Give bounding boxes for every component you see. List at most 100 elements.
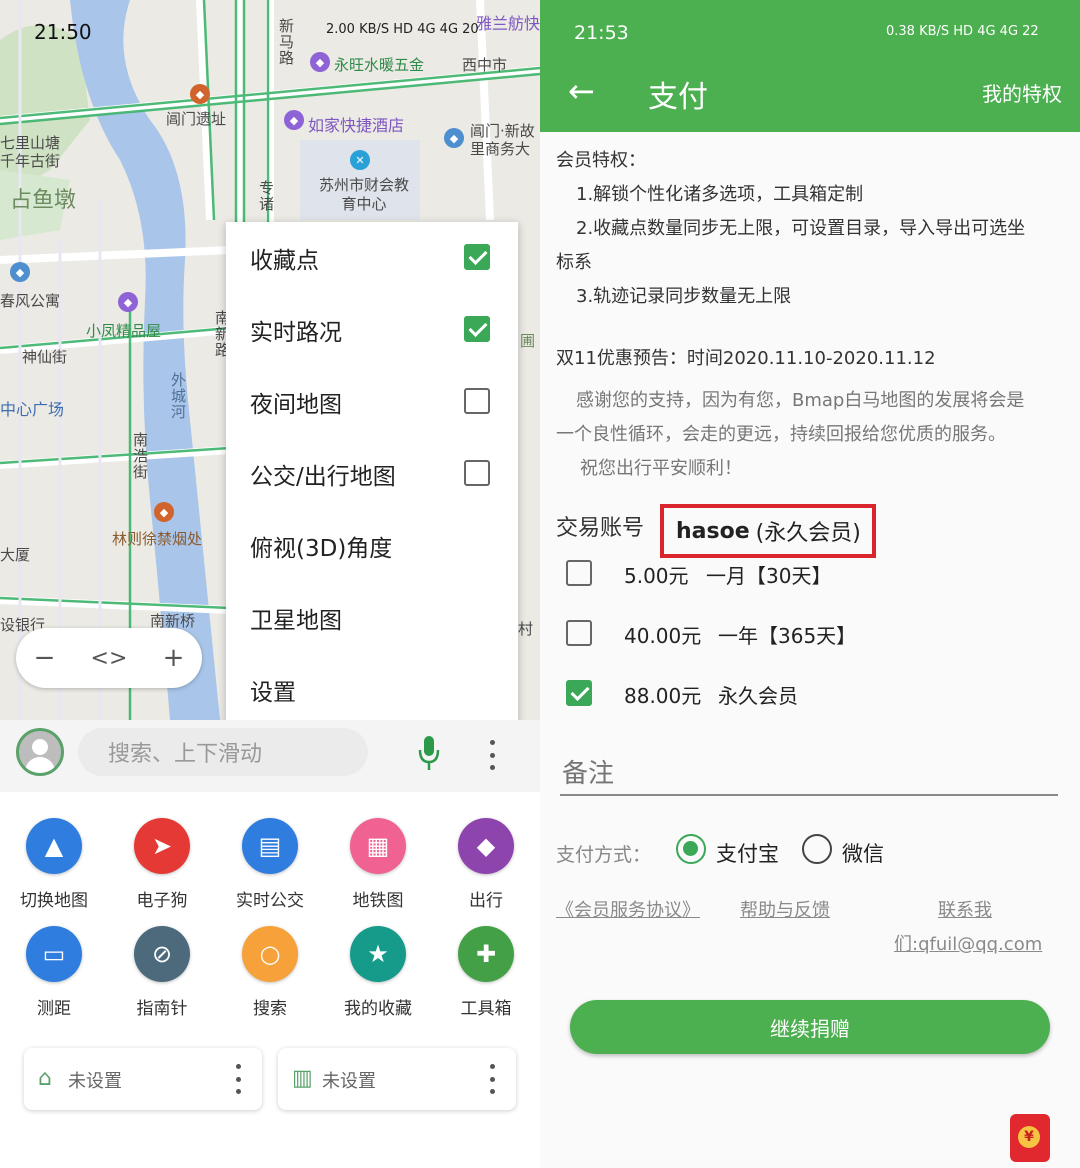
my-privileges-button[interactable]: 我的特权 [982, 78, 1062, 107]
traffic-checkbox[interactable] [464, 316, 490, 342]
tools-panel: ▲ 切换地图 ➤ 电子狗 ▤ 实时公交 ▦ 地铁图 ◆ 出行 ▭ 测距 ⊘ 指南… [0, 792, 540, 1168]
menu-item-transit-map[interactable]: 公交/出行地图 [250, 438, 500, 510]
menu-item-label: 设置 [250, 680, 296, 706]
poi-marker-icon[interactable]: ◆ [154, 502, 174, 522]
privilege-item: 2.收藏点数量同步无上限，可设置目录，导入导出可选坐 [576, 218, 1026, 239]
payment-screen: 21:53 0.38 KB/S HD 4G 4G 22 ← 支付 我的特权 会员… [540, 0, 1080, 1168]
avatar[interactable] [16, 728, 64, 776]
help-feedback-link[interactable]: 帮助与反馈 [740, 896, 830, 922]
map-label: 专诸 [257, 180, 275, 212]
zoom-in-button[interactable]: + [163, 643, 185, 673]
tool-my-favorites[interactable]: ★ 我的收藏 [324, 926, 432, 1019]
menu-item-label: 俯视(3D)角度 [250, 536, 393, 562]
continue-donate-button[interactable]: 继续捐赠 [570, 1000, 1050, 1054]
alipay-label[interactable]: 支付宝 [716, 838, 779, 868]
microphone-icon[interactable] [418, 736, 440, 772]
plan-option-month[interactable]: 5.00元 一月【30天】 [566, 556, 1046, 596]
red-envelope-icon[interactable] [1010, 1114, 1050, 1162]
more-menu-icon[interactable] [488, 1064, 496, 1094]
plan-desc: 一月【30天】 [706, 564, 832, 588]
tool-compass[interactable]: ⊘ 指南针 [108, 926, 216, 1019]
tool-switch-map[interactable]: ▲ 切换地图 [0, 818, 108, 911]
search-bar: 搜索、上下滑动 [0, 720, 540, 792]
wechat-radio[interactable] [802, 834, 832, 864]
poi-marker-icon[interactable]: ◆ [10, 262, 30, 282]
zoom-out-button[interactable]: − [34, 643, 56, 673]
directions-icon: ◆ [458, 818, 514, 874]
tool-subway-map[interactable]: ▦ 地铁图 [324, 818, 432, 911]
transit-map-checkbox[interactable] [464, 460, 490, 486]
menu-item-label: 收藏点 [250, 248, 319, 274]
more-menu-icon[interactable] [234, 1064, 242, 1094]
bus-icon: ▤ [242, 818, 298, 874]
account-label: 交易账号 [556, 516, 645, 541]
tool-realtime-bus[interactable]: ▤ 实时公交 [216, 818, 324, 911]
menu-item-3d-view[interactable]: 俯视(3D)角度 [250, 510, 500, 582]
layers-icon: ▲ [26, 818, 82, 874]
plan-price: 88.00元 [624, 684, 702, 708]
plan-option-year[interactable]: 40.00元 一年【365天】 [566, 616, 1046, 656]
more-menu-icon[interactable] [488, 740, 496, 770]
poi-marker-icon[interactable]: ◆ [444, 128, 464, 148]
agreement-link[interactable]: 《会员服务协议》 [556, 896, 700, 922]
tool-label: 搜索 [253, 999, 287, 1019]
tool-search[interactable]: ○ 搜索 [216, 926, 324, 1019]
poi-marker-icon[interactable]: ◆ [284, 110, 304, 130]
account-highlight: hasoe (永久会员) [660, 504, 876, 558]
contact-link[interactable]: 联系我 [938, 896, 992, 922]
promo-notice: 双11优惠预告：时间2020.11.10-2020.11.12 [556, 348, 936, 369]
tool-label: 实时公交 [236, 891, 304, 911]
menu-item-settings[interactable]: 设置 [250, 654, 500, 726]
contact-email-link[interactable]: 们:qfuil@qq.com [894, 930, 1042, 956]
tool-label: 工具箱 [460, 999, 512, 1019]
menu-item-night-map[interactable]: 夜间地图 [250, 366, 500, 438]
alipay-radio[interactable] [676, 834, 706, 864]
map-label: 大厦 [0, 546, 31, 564]
tool-toolbox[interactable]: ✚ 工具箱 [432, 926, 540, 1019]
tool-label: 地铁图 [352, 891, 404, 911]
app-bar: 21:53 0.38 KB/S HD 4G 4G 22 ← 支付 我的特权 [540, 0, 1080, 132]
night-map-checkbox[interactable] [464, 388, 490, 414]
poi-marker-icon[interactable]: ◆ [118, 292, 138, 312]
plan-option-lifetime[interactable]: 88.00元 永久会员 [566, 676, 1046, 716]
plan-checkbox[interactable] [566, 560, 592, 586]
poi-marker-icon[interactable]: ◆ [190, 84, 210, 104]
poi-marker-icon[interactable]: ✕ [350, 150, 370, 170]
favorites-checkbox[interactable] [464, 244, 490, 270]
tool-label: 出行 [469, 891, 503, 911]
menu-item-satellite[interactable]: 卫星地图 [250, 582, 500, 654]
home-shortcut-card[interactable]: ⌂ 未设置 [24, 1048, 262, 1110]
map-label: 圃 [520, 332, 536, 350]
compass-icon: ⊘ [134, 926, 190, 982]
wechat-label[interactable]: 微信 [842, 838, 884, 868]
plan-price: 5.00元 [624, 564, 689, 588]
menu-item-favorites[interactable]: 收藏点 [250, 222, 500, 294]
map-label: 苏州市财会教育中心 [318, 176, 409, 213]
back-arrow-icon[interactable]: ← [568, 72, 595, 110]
subway-icon: ▦ [350, 818, 406, 874]
tool-e-dog[interactable]: ➤ 电子狗 [108, 818, 216, 911]
tool-measure[interactable]: ▭ 测距 [0, 926, 108, 1019]
layers-menu: 收藏点 实时路况 夜间地图 公交/出行地图 俯视(3D)角度 卫星地图 设置 [226, 222, 518, 726]
shortcut-label: 未设置 [68, 1071, 122, 1092]
tool-label: 指南针 [136, 999, 188, 1019]
search-icon: ○ [242, 926, 298, 982]
map-label: 如家快捷酒店 [308, 116, 405, 135]
privilege-item: 3.轨迹记录同步数量无上限 [576, 286, 792, 307]
menu-item-traffic[interactable]: 实时路况 [250, 294, 500, 366]
collapse-button[interactable]: <> [91, 646, 128, 671]
plan-desc: 永久会员 [718, 684, 798, 708]
thanks-text: 祝您出行平安顺利！ [580, 458, 742, 479]
plan-checkbox[interactable] [566, 620, 592, 646]
remark-input[interactable] [560, 752, 1058, 796]
company-shortcut-card[interactable]: ▥ 未设置 [278, 1048, 516, 1110]
tool-travel[interactable]: ◆ 出行 [432, 818, 540, 911]
search-input[interactable]: 搜索、上下滑动 [78, 728, 368, 776]
account-level: (永久会员) [755, 521, 861, 546]
account-name: hasoe [676, 518, 750, 544]
company-icon: ▥ [292, 1066, 313, 1091]
status-indicators: 0.38 KB/S HD 4G 4G 22 [886, 24, 1039, 39]
privilege-item: 标系 [556, 252, 592, 273]
plan-checkbox[interactable] [566, 680, 592, 706]
map-label: 占鱼墩 [10, 188, 77, 213]
